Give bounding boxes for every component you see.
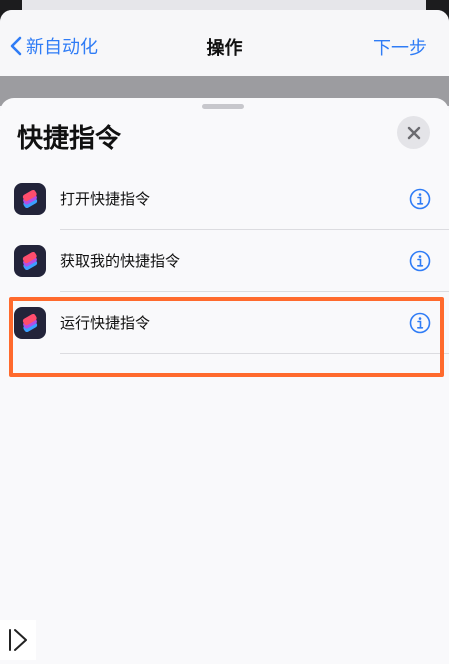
shortcuts-app-icon [14,245,46,277]
back-button-label: 新自动化 [26,37,98,58]
info-icon[interactable] [409,188,431,210]
next-button[interactable]: 下一步 [373,34,427,60]
list-item-open-shortcut[interactable]: 打开快捷指令 [0,168,449,230]
list-item-label: 运行快捷指令 [60,314,151,332]
expand-arrow-icon [9,629,27,651]
sheet-grabber[interactable] [202,104,244,109]
close-icon [407,126,420,139]
action-list: 打开快捷指令 获取我的快捷指令 运行快捷指令 [0,168,449,354]
back-button[interactable]: 新自动化 [10,34,98,58]
shortcuts-sheet: 快捷指令 打开快捷指令 获取我的快捷指令 运行快捷指令 [0,98,449,664]
chevron-left-icon [10,36,22,56]
list-item-label: 打开快捷指令 [60,190,151,208]
list-item-label: 获取我的快捷指令 [60,252,181,270]
shortcuts-app-icon [14,183,46,215]
info-icon[interactable] [409,250,431,272]
navigation-bar: 新自动化 操作 下一步 [0,10,449,76]
list-item-run-shortcut[interactable]: 运行快捷指令 [0,292,449,354]
side-panel-toggle[interactable] [0,620,36,660]
list-item-get-my-shortcuts[interactable]: 获取我的快捷指令 [0,230,449,292]
shortcuts-app-icon [14,307,46,339]
info-icon[interactable] [409,312,431,334]
sheet-title: 快捷指令 [17,124,122,154]
close-button[interactable] [397,116,430,149]
